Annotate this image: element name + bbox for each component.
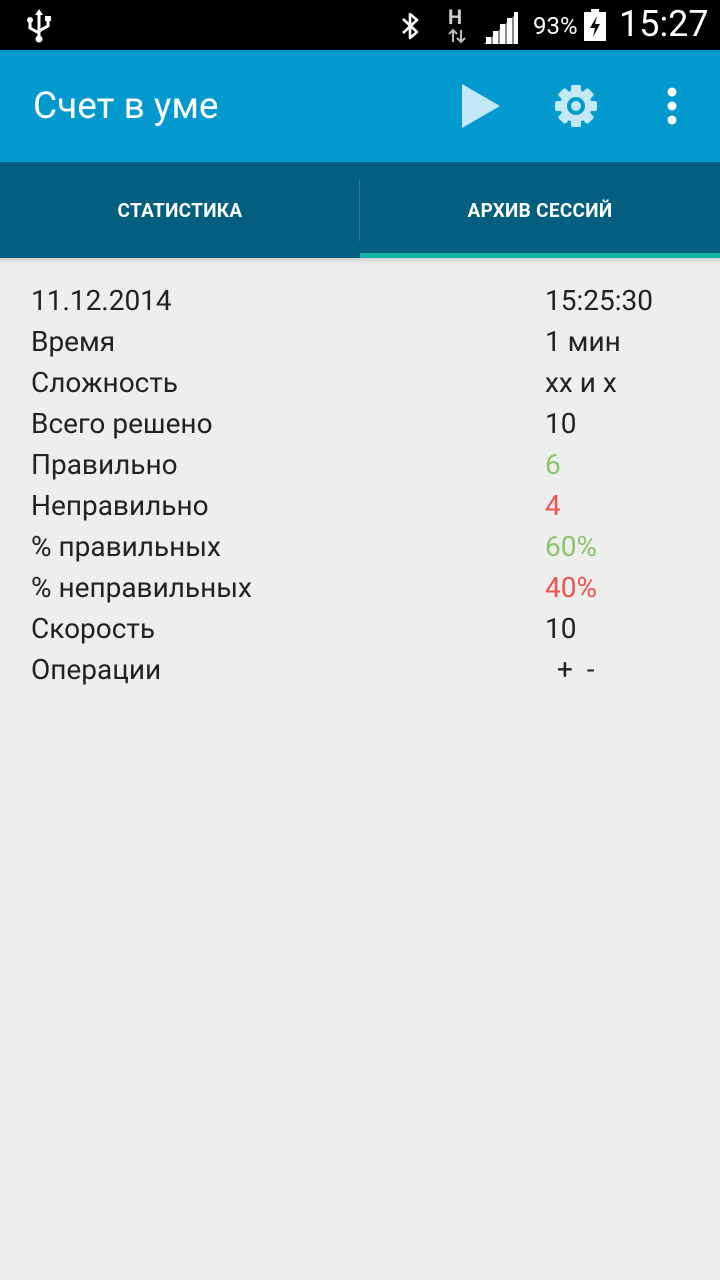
- session-time: 15:25:30: [545, 284, 653, 317]
- status-clock: 15:27: [619, 3, 709, 45]
- stat-label: Скорость: [31, 612, 156, 645]
- tab-session-archive[interactable]: АРХИВ СЕССИЙ: [360, 162, 720, 258]
- stat-row-difficulty: Сложность xx и x: [0, 362, 720, 403]
- stat-row-percent-incorrect: % неправильных 40%: [0, 567, 720, 608]
- gear-icon: [542, 85, 610, 144]
- stat-label: Сложность: [31, 366, 178, 399]
- settings-button[interactable]: [542, 72, 610, 140]
- stat-label: Правильно: [31, 448, 178, 481]
- stat-row-speed: Скорость 10: [0, 608, 720, 649]
- session-details: 11.12.2014 15:25:30 Время 1 мин Сложност…: [0, 280, 720, 690]
- signal-icon: [484, 12, 520, 44]
- stat-value-correct: 6: [545, 448, 561, 481]
- stat-label: Операции: [31, 653, 162, 686]
- stat-label: % неправильных: [31, 571, 252, 604]
- stat-value-incorrect: 4: [545, 489, 561, 522]
- stat-row-incorrect: Неправильно 4: [0, 485, 720, 526]
- usb-icon: [22, 8, 56, 44]
- stat-row-percent-correct: % правильных 60%: [0, 526, 720, 567]
- status-bar: H 93% 15:27: [0, 0, 720, 50]
- overflow-menu-button[interactable]: [640, 72, 704, 140]
- stat-label: % правильных: [31, 530, 221, 563]
- tab-statistics[interactable]: СТАТИСТИКА: [0, 162, 360, 258]
- session-date: 11.12.2014: [31, 284, 172, 317]
- battery-charging-icon: [584, 9, 606, 41]
- app-bar: Счет в уме: [0, 50, 720, 162]
- network-h-icon: H: [444, 6, 470, 44]
- more-vert-icon: [640, 87, 704, 144]
- bluetooth-icon: [398, 10, 422, 42]
- stat-label: Неправильно: [31, 489, 209, 522]
- stat-value: 10: [545, 407, 577, 440]
- stat-value-percent-incorrect: 40%: [545, 571, 597, 604]
- stat-label: Время: [31, 325, 116, 358]
- tab-bar: СТАТИСТИКА АРХИВ СЕССИЙ: [0, 162, 720, 258]
- stat-label: Всего решено: [31, 407, 213, 440]
- stat-value: 10: [545, 612, 577, 645]
- stat-row-duration: Время 1 мин: [0, 321, 720, 362]
- stat-value: xx и x: [545, 366, 617, 399]
- stat-row-correct: Правильно 6: [0, 444, 720, 485]
- stat-value-percent-correct: 60%: [545, 530, 597, 563]
- stat-value: 1 мин: [545, 325, 621, 358]
- tab-shadow: [0, 258, 720, 264]
- play-icon: [446, 84, 514, 144]
- app-title: Счет в уме: [33, 85, 219, 128]
- battery-percent: 93%: [533, 12, 578, 40]
- stat-row-operations: Операции + -: [0, 649, 720, 690]
- session-header-row: 11.12.2014 15:25:30: [0, 280, 720, 321]
- play-button[interactable]: [446, 72, 514, 140]
- stat-row-total-solved: Всего решено 10: [0, 403, 720, 444]
- stat-value-operations: + -: [557, 653, 595, 686]
